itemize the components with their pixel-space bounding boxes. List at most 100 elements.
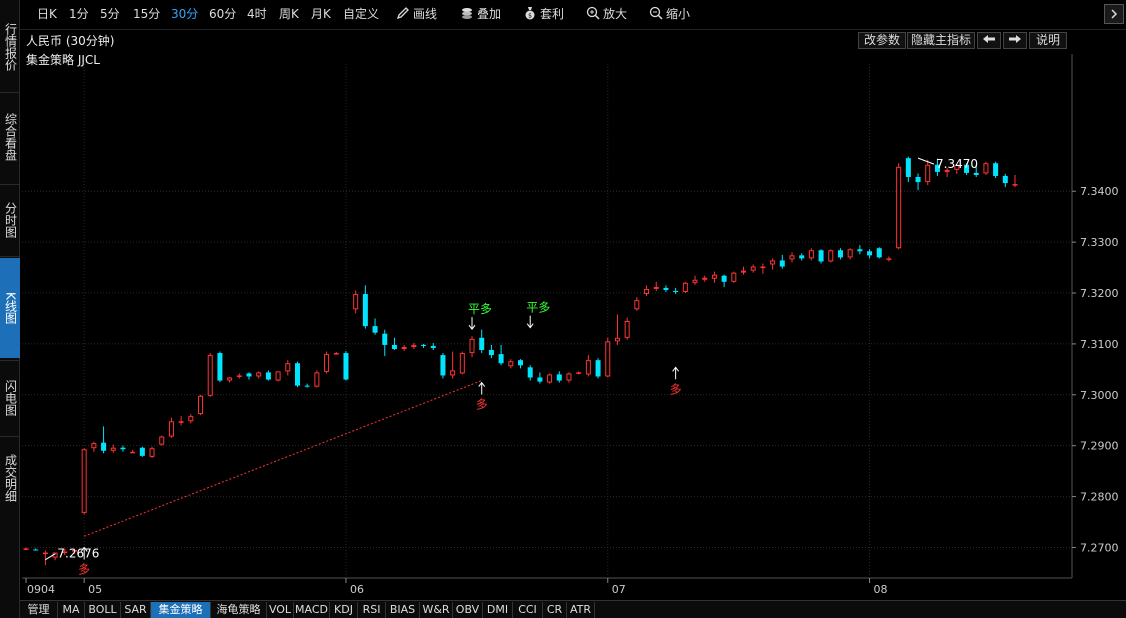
period-daily[interactable]: 日K [37, 0, 57, 28]
candle [1012, 174, 1018, 188]
arbitrage-button[interactable]: $ 套利 [523, 0, 564, 28]
indicator-tab-14[interactable]: CCI [513, 602, 543, 618]
down-arrow-icon [526, 315, 534, 329]
indicator-tab-6[interactable]: VOL [267, 602, 294, 618]
candle [71, 548, 77, 554]
indicator-tab-7[interactable]: MACD [294, 602, 330, 618]
signals: 7.26767.3470多多多平多 平多 [45, 157, 978, 576]
candle-body [702, 277, 708, 280]
candle-body [23, 548, 29, 550]
y-tick-label: 7.2800 [1080, 491, 1119, 504]
candle-body [828, 250, 834, 262]
annotation-close-signal: 平多 [526, 301, 550, 329]
indicator-tab-0[interactable]: 管理 [20, 602, 58, 618]
edit-params-button[interactable]: 改参数 [858, 32, 906, 49]
period-4h[interactable]: 4时 [247, 0, 267, 28]
candle-body [198, 395, 204, 415]
candle-body [973, 172, 979, 175]
overlay-button[interactable]: 叠加 [460, 0, 501, 28]
candle [81, 448, 87, 515]
indicator-tab-2[interactable]: BOLL [85, 602, 121, 618]
prev-button[interactable] [977, 32, 1001, 49]
expand-button[interactable] [1104, 4, 1124, 24]
annotation-close-signal: 平多 [468, 302, 492, 331]
y-axis: 7.2700 7.2800 7.2900 7.3000 7.3100 7.3200 7.33… [1072, 185, 1119, 554]
low-price-label: 7.2676 [57, 547, 99, 561]
zoom-out-button[interactable]: 缩小 [649, 0, 690, 28]
nav-timeshare[interactable]: 分时图 [0, 186, 20, 254]
next-button[interactable] [1003, 32, 1027, 49]
nav-overview[interactable]: 综合看盘 [0, 94, 20, 180]
candle [770, 258, 776, 270]
period-1min[interactable]: 1分 [69, 0, 89, 28]
candle-body [818, 250, 824, 262]
candle-body [915, 176, 921, 183]
nav-quotes[interactable]: 行情报价 [0, 4, 20, 90]
period-monthly[interactable]: 月K [311, 0, 331, 28]
annotation-buy-signal: 多 [78, 546, 90, 576]
candle-body [624, 321, 630, 338]
pencil-icon [396, 7, 409, 20]
candle-body [673, 290, 679, 292]
draw-line-button[interactable]: 画线 [396, 0, 437, 28]
candle-body [779, 260, 785, 267]
nav-trades[interactable]: 成交明细 [0, 438, 20, 518]
indicator-tab-13[interactable]: DMI [483, 602, 513, 618]
candle-body [585, 360, 591, 375]
indicator-tab-4[interactable]: 集金策略 [151, 602, 211, 618]
candle [188, 414, 194, 424]
candle [391, 337, 397, 351]
nav-kline[interactable]: K线图 [0, 258, 20, 358]
indicator-tab-3[interactable]: SAR [121, 602, 151, 618]
candle [450, 351, 456, 379]
candle-body [1012, 184, 1018, 186]
candle [886, 256, 892, 262]
period-weekly[interactable]: 周K [279, 0, 299, 28]
candle [663, 285, 669, 292]
indicator-tab-9[interactable]: RSI [358, 602, 386, 618]
candle-body [285, 363, 291, 372]
candle-body [91, 443, 97, 449]
indicator-tab-11[interactable]: W&R [420, 602, 453, 618]
indicator-tab-5[interactable]: 海龟策略 [211, 602, 267, 618]
candle [954, 163, 960, 174]
indicator-tab-10[interactable]: BIAS [386, 602, 420, 618]
candle-body [944, 169, 950, 172]
zoom-in-button[interactable]: 放大 [586, 0, 627, 28]
y-tick-label: 7.3100 [1080, 338, 1119, 351]
candle-body [653, 286, 659, 289]
candle [566, 372, 572, 383]
candle [314, 370, 320, 388]
zoom-in-label: 放大 [603, 7, 628, 21]
help-button[interactable]: 说明 [1029, 32, 1067, 49]
indicator-tab-15[interactable]: CR [543, 602, 567, 618]
indicator-tab-8[interactable]: KDJ [330, 602, 358, 618]
candle-body [799, 255, 805, 259]
period-5min[interactable]: 5分 [100, 0, 120, 28]
up-arrow-icon [80, 546, 88, 560]
indicator-tab-16[interactable]: ATR [567, 602, 595, 618]
period-30min[interactable]: 30分 [171, 0, 198, 28]
candle [198, 394, 204, 416]
period-15min[interactable]: 15分 [133, 0, 160, 28]
candle [227, 376, 233, 383]
candle-body [421, 344, 427, 346]
candle-body [857, 249, 863, 252]
candle [857, 245, 863, 255]
period-custom[interactable]: 自定义 [343, 0, 379, 28]
candle-body [440, 355, 446, 376]
kline-chart[interactable]: 7.26767.3470多多多平多 平多 7.27007.28007.29007.… [0, 0, 1126, 618]
zoom-out-icon [649, 6, 663, 20]
nav-flash[interactable]: 闪电图 [0, 362, 20, 434]
period-60min[interactable]: 60分 [209, 0, 236, 28]
draw-line-label: 画线 [413, 7, 438, 21]
candle-body [130, 451, 136, 454]
left-nav: 行情报价 综合看盘 分时图 K线图 闪电图 成交明细 [0, 0, 20, 618]
indicator-tab-1[interactable]: MA [58, 602, 85, 618]
candle [934, 158, 940, 176]
candle [547, 373, 553, 384]
candle-body [101, 442, 107, 451]
candle [634, 297, 640, 311]
hide-indicator-button[interactable]: 隐藏主指标 [907, 32, 975, 49]
indicator-tab-12[interactable]: OBV [453, 602, 483, 618]
